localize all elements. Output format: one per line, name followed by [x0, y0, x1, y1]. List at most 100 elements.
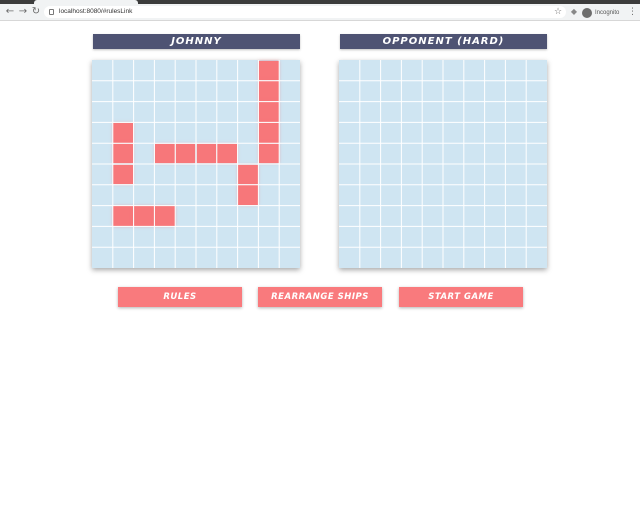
player-board-cell[interactable]: [196, 185, 217, 206]
opponent-board-cell[interactable]: [485, 164, 506, 185]
opponent-board-cell[interactable]: [526, 60, 547, 81]
opponent-board-cell[interactable]: [381, 247, 402, 268]
opponent-board-cell[interactable]: [422, 185, 443, 206]
opponent-board-cell[interactable]: [401, 81, 422, 102]
opponent-board-cell[interactable]: [443, 206, 464, 227]
ship-segment[interactable]: [113, 122, 134, 143]
player-board-cell[interactable]: [196, 226, 217, 247]
player-board-cell[interactable]: [175, 206, 196, 227]
ship-segment[interactable]: [258, 143, 279, 164]
opponent-board-cell[interactable]: [505, 102, 526, 123]
player-board-cell[interactable]: [134, 122, 155, 143]
player-board-cell[interactable]: [92, 143, 113, 164]
player-board-cell[interactable]: [154, 164, 175, 185]
player-board-cell[interactable]: [217, 185, 238, 206]
opponent-board-cell[interactable]: [464, 81, 485, 102]
opponent-board-cell[interactable]: [485, 122, 506, 143]
rules-button[interactable]: RULES: [118, 287, 242, 307]
opponent-board-cell[interactable]: [485, 226, 506, 247]
ship-segment[interactable]: [258, 102, 279, 122]
opponent-board-cell[interactable]: [485, 102, 506, 123]
opponent-board-cell[interactable]: [526, 185, 547, 206]
opponent-board-cell[interactable]: [381, 122, 402, 143]
ship-segment[interactable]: [175, 143, 196, 164]
player-board-cell[interactable]: [238, 122, 259, 143]
player-board-cell[interactable]: [154, 247, 175, 268]
player-board-cell[interactable]: [175, 122, 196, 143]
opponent-board-cell[interactable]: [381, 185, 402, 206]
ship-segment[interactable]: [238, 164, 258, 185]
ship-segment[interactable]: [113, 206, 134, 226]
rearrange-ships-button[interactable]: REARRANGE SHIPS: [258, 287, 382, 307]
player-board-cell[interactable]: [238, 81, 259, 102]
player-board-cell[interactable]: [92, 185, 113, 206]
player-board-cell[interactable]: [279, 164, 300, 185]
extension-icon[interactable]: ◆: [569, 5, 579, 19]
player-board-cell[interactable]: [134, 60, 155, 81]
player-board-cell[interactable]: [217, 206, 238, 227]
opponent-board-cell[interactable]: [443, 102, 464, 123]
player-board-cell[interactable]: [175, 247, 196, 268]
opponent-board-cell[interactable]: [505, 122, 526, 143]
opponent-board-cell[interactable]: [443, 164, 464, 185]
player-board-cell[interactable]: [175, 226, 196, 247]
player-board-cell[interactable]: [279, 81, 300, 102]
opponent-board-cell[interactable]: [464, 60, 485, 81]
opponent-board-cell[interactable]: [381, 102, 402, 123]
opponent-board-cell[interactable]: [422, 102, 443, 123]
player-board-cell[interactable]: [113, 81, 134, 102]
player-board-cell[interactable]: [217, 81, 238, 102]
opponent-board-cell[interactable]: [401, 122, 422, 143]
player-board-cell[interactable]: [92, 122, 113, 143]
opponent-board-cell[interactable]: [381, 164, 402, 185]
player-board-cell[interactable]: [113, 102, 134, 123]
opponent-board-cell[interactable]: [360, 102, 381, 123]
opponent-board-cell[interactable]: [505, 60, 526, 81]
player-board-cell[interactable]: [134, 164, 155, 185]
opponent-board-cell[interactable]: [485, 81, 506, 102]
player-board-cell[interactable]: [217, 102, 238, 123]
opponent-board-cell[interactable]: [443, 226, 464, 247]
opponent-board-cell[interactable]: [443, 185, 464, 206]
player-board-cell[interactable]: [196, 206, 217, 227]
player-board-cell[interactable]: [154, 185, 175, 206]
opponent-board-cell[interactable]: [401, 226, 422, 247]
opponent-board-cell[interactable]: [401, 247, 422, 268]
opponent-board-cell[interactable]: [339, 206, 360, 227]
player-board-cell[interactable]: [92, 226, 113, 247]
opponent-board-cell[interactable]: [526, 247, 547, 268]
player-board-cell[interactable]: [92, 60, 113, 81]
back-arrow-icon[interactable]: ←: [4, 5, 16, 19]
opponent-board-cell[interactable]: [339, 143, 360, 164]
opponent-board-cell[interactable]: [526, 206, 547, 227]
opponent-board-cell[interactable]: [401, 164, 422, 185]
opponent-board-cell[interactable]: [339, 60, 360, 81]
opponent-board-cell[interactable]: [381, 60, 402, 81]
player-board-cell[interactable]: [196, 60, 217, 81]
ship-segment[interactable]: [238, 185, 258, 206]
opponent-board-cell[interactable]: [339, 122, 360, 143]
player-board-cell[interactable]: [134, 143, 155, 164]
opponent-board-cell[interactable]: [464, 247, 485, 268]
opponent-board-cell[interactable]: [485, 143, 506, 164]
player-board-cell[interactable]: [196, 247, 217, 268]
player-board-cell[interactable]: [279, 206, 300, 227]
opponent-board-cell[interactable]: [464, 122, 485, 143]
opponent-board[interactable]: [339, 60, 547, 268]
bookmark-star-icon[interactable]: ☆: [553, 5, 563, 19]
player-board-cell[interactable]: [196, 122, 217, 143]
opponent-board-cell[interactable]: [505, 206, 526, 227]
player-board-cell[interactable]: [279, 185, 300, 206]
opponent-board-cell[interactable]: [485, 247, 506, 268]
opponent-board-cell[interactable]: [464, 206, 485, 227]
opponent-board-cell[interactable]: [360, 206, 381, 227]
opponent-board-cell[interactable]: [526, 164, 547, 185]
url-text[interactable]: localhost:8080/#rulesLink: [59, 6, 132, 18]
opponent-board-cell[interactable]: [360, 185, 381, 206]
player-board-cell[interactable]: [154, 226, 175, 247]
opponent-board-cell[interactable]: [485, 206, 506, 227]
opponent-board-cell[interactable]: [422, 206, 443, 227]
player-board-cell[interactable]: [196, 102, 217, 123]
player-board-cell[interactable]: [92, 164, 113, 185]
opponent-board-cell[interactable]: [443, 81, 464, 102]
